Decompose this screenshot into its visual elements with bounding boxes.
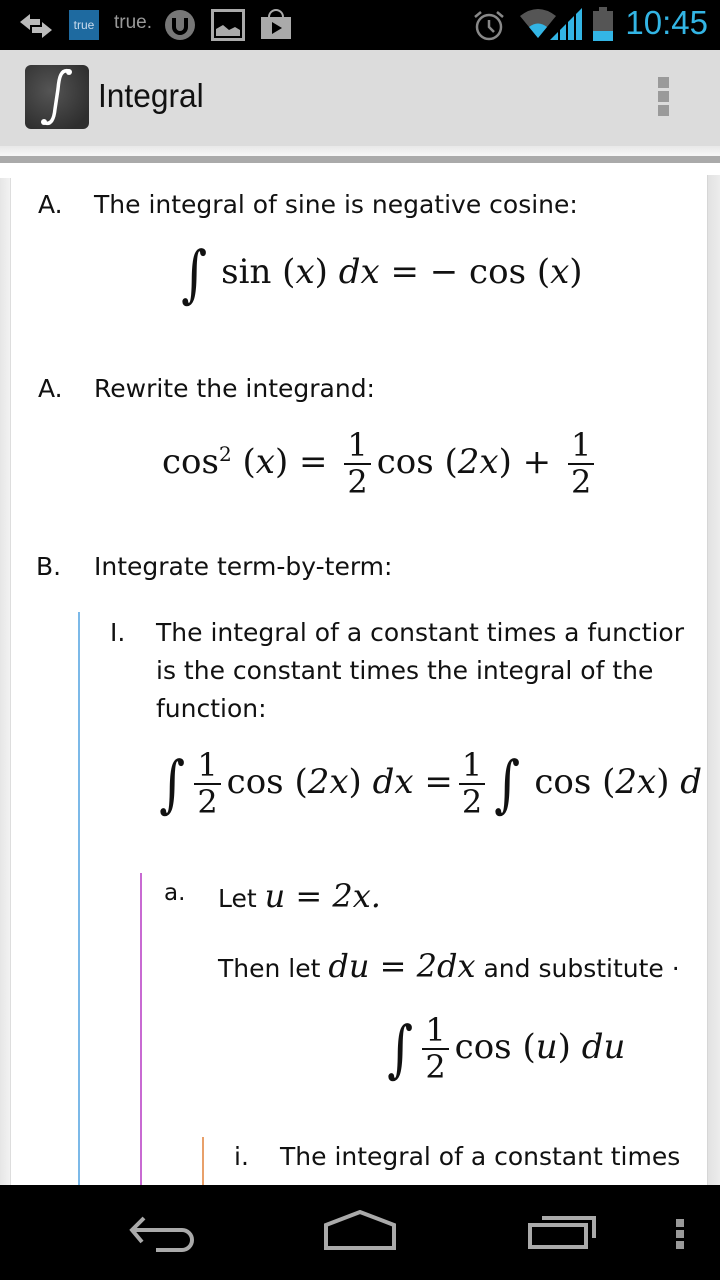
math-eq: =	[299, 442, 328, 483]
math-var: x	[295, 252, 315, 292]
step-marker: A.	[38, 190, 63, 219]
let-text: Let	[218, 884, 257, 913]
fraction: 12	[194, 747, 221, 822]
math-op: +	[522, 442, 552, 483]
subsubstep-marker: a.	[164, 880, 186, 906]
numerator: 1	[344, 427, 371, 466]
gallery-icon	[211, 9, 245, 41]
utorrent-icon	[165, 10, 195, 40]
denominator: 2	[570, 463, 592, 502]
math-equation: ∫ 1 2 cos (2x) dx = 1 2 ∫ cos (2x) d	[159, 746, 703, 822]
numerator: 1	[194, 747, 221, 786]
step-marker: B.	[36, 552, 62, 581]
integral-sign: ∫	[494, 747, 521, 821]
fraction: 12	[458, 747, 486, 822]
fraction: 12	[422, 1012, 449, 1087]
math-eq: =	[424, 762, 453, 803]
then-math: du = 2dx	[328, 947, 476, 985]
data-transfer-icon	[20, 14, 52, 38]
let-math: u = 2x.	[264, 877, 381, 915]
step-marker: A.	[38, 374, 63, 403]
integral-symbol-icon[interactable]	[25, 65, 89, 129]
substep-text-line: function:	[156, 694, 267, 723]
integral-sign: ∫	[387, 1012, 414, 1086]
divider	[0, 146, 720, 156]
denominator: 2	[461, 783, 483, 822]
battery-icon	[593, 7, 613, 41]
true-badge-text: true	[73, 18, 95, 32]
math-fn: cos	[226, 762, 284, 803]
math-equation: ∫ 1 2 cos (u) du	[387, 1011, 626, 1087]
math-rhs: − cos	[429, 252, 527, 292]
then-text: Then let	[218, 954, 321, 983]
math-dvar: du	[581, 1027, 626, 1068]
level4-marker: i.	[234, 1142, 249, 1171]
math-fn: cos	[534, 762, 592, 803]
menu-button[interactable]	[676, 1219, 685, 1249]
play-store-icon	[261, 9, 291, 39]
math-var: x	[550, 252, 570, 292]
math-fn: sin	[221, 252, 272, 292]
math-dvar: dx	[372, 762, 414, 803]
level1-indent-line	[78, 612, 80, 1185]
substep-marker: I.	[110, 618, 126, 647]
denominator: 2	[197, 783, 218, 822]
fraction: 12	[567, 427, 595, 502]
level4-text: The integral of a constant times	[280, 1142, 681, 1171]
level3-indent-line	[202, 1137, 204, 1185]
numerator: 1	[458, 747, 486, 786]
alarm-icon	[474, 11, 504, 41]
step-text: Rewrite the integrand:	[94, 374, 375, 403]
math-arg: 2x	[457, 442, 499, 483]
fraction: 12	[344, 427, 371, 502]
clock: 10:45	[625, 4, 708, 41]
true-brand-icon: true.	[114, 12, 152, 34]
integral-sign: ∫	[159, 747, 186, 821]
math-var: x	[255, 442, 275, 483]
true-app-icon: true	[69, 10, 99, 40]
true-brand-text: true.	[114, 12, 153, 33]
math-fn: cos	[454, 1027, 512, 1068]
math-arg: u	[535, 1027, 558, 1068]
denominator: 2	[347, 463, 368, 502]
substep-text-line: The integral of a constant times a funct…	[156, 618, 684, 647]
integral-sign: ∫	[181, 237, 208, 310]
subsubstep-text: Let u = 2x.	[218, 877, 381, 915]
math-dvar: d	[680, 762, 703, 803]
math-fn: cos	[162, 442, 219, 483]
then-suffix: and substitute ·	[483, 954, 680, 983]
app-title: Integral	[98, 77, 204, 114]
navigation-bar	[0, 1185, 720, 1280]
numerator: 1	[422, 1012, 449, 1051]
back-button[interactable]	[120, 1210, 200, 1260]
math-equation: cos2 (x) = 1 2 cos (2x) + 12	[162, 427, 600, 502]
overflow-menu-icon[interactable]	[658, 77, 670, 119]
content-pane[interactable]: A. The integral of sine is negative cosi…	[0, 163, 720, 1185]
left-edge	[0, 178, 11, 1185]
home-button[interactable]	[320, 1210, 400, 1260]
signal-icon	[550, 8, 582, 40]
recent-apps-button[interactable]	[524, 1210, 604, 1260]
math-fn: cos	[376, 442, 434, 483]
divider	[0, 156, 720, 163]
scrollbar[interactable]	[707, 175, 720, 1185]
math-exp: 2	[218, 441, 232, 466]
status-bar: true true. 10:45	[0, 0, 720, 50]
substep-text-line: is the constant times the integral of th…	[156, 656, 654, 685]
math-arg: 2x	[307, 762, 349, 803]
step-text: The integral of sine is negative cosine:	[94, 190, 578, 219]
math-equation: ∫ sin (x) dx = − cos (x)	[181, 237, 583, 310]
action-bar: Integral	[0, 50, 720, 147]
numerator: 1	[567, 427, 595, 466]
math-arg: 2x	[615, 762, 657, 803]
step-text: Integrate term-by-term:	[94, 552, 393, 581]
level2-indent-line	[140, 873, 142, 1185]
subsubstep-text: Then let du = 2dx and substitute ·	[218, 947, 680, 985]
denominator: 2	[425, 1048, 446, 1087]
math-dvar: dx	[338, 252, 380, 292]
